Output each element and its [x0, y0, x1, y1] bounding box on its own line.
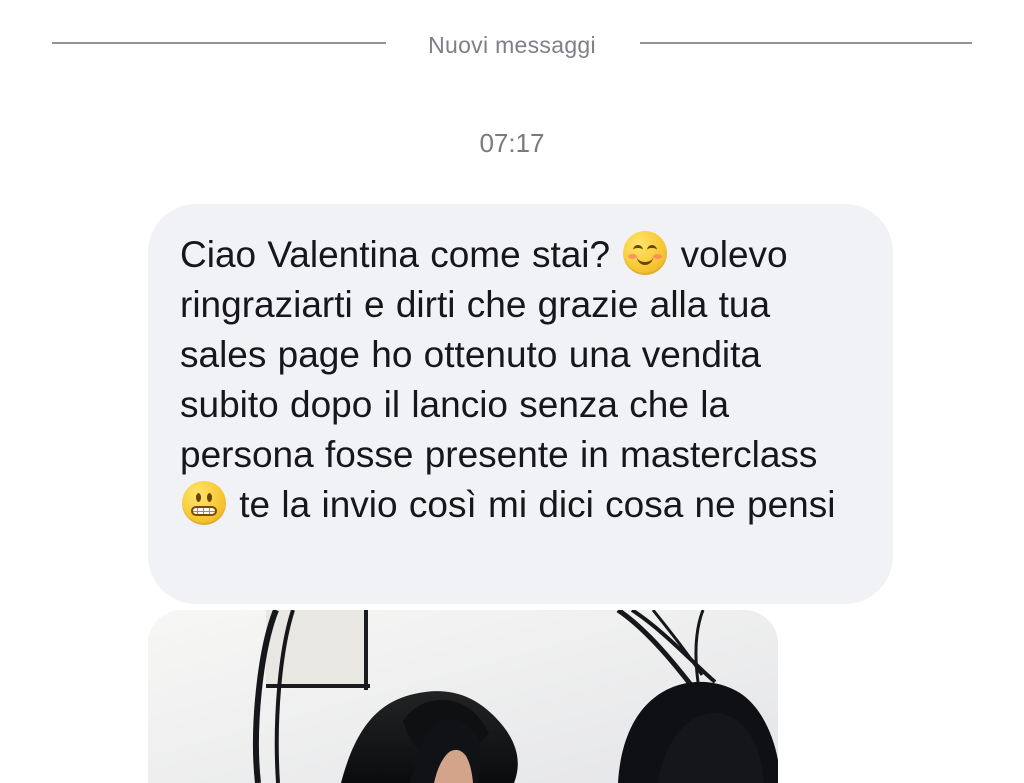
grimacing-emoji-icon: [182, 481, 226, 525]
new-messages-divider: Nuovi messaggi: [0, 0, 1024, 90]
message-text-part-3: te la invio così mi dici cosa ne pensi: [228, 484, 836, 525]
photo-thumbnail[interactable]: [148, 610, 778, 783]
message-text: Ciao Valentina come stai? volevo ringraz…: [180, 230, 859, 530]
divider-line-left: [52, 42, 386, 44]
incoming-message-bubble[interactable]: Ciao Valentina come stai? volevo ringraz…: [148, 204, 893, 604]
message-timestamp: 07:17: [479, 128, 545, 158]
smiling-blush-emoji-icon: [623, 231, 668, 275]
message-text-part-1: Ciao Valentina come stai?: [180, 234, 622, 275]
photo-thumbnail-icon: [148, 610, 778, 783]
new-messages-label: Nuovi messaggi: [428, 32, 596, 58]
divider-line-right: [640, 42, 972, 44]
